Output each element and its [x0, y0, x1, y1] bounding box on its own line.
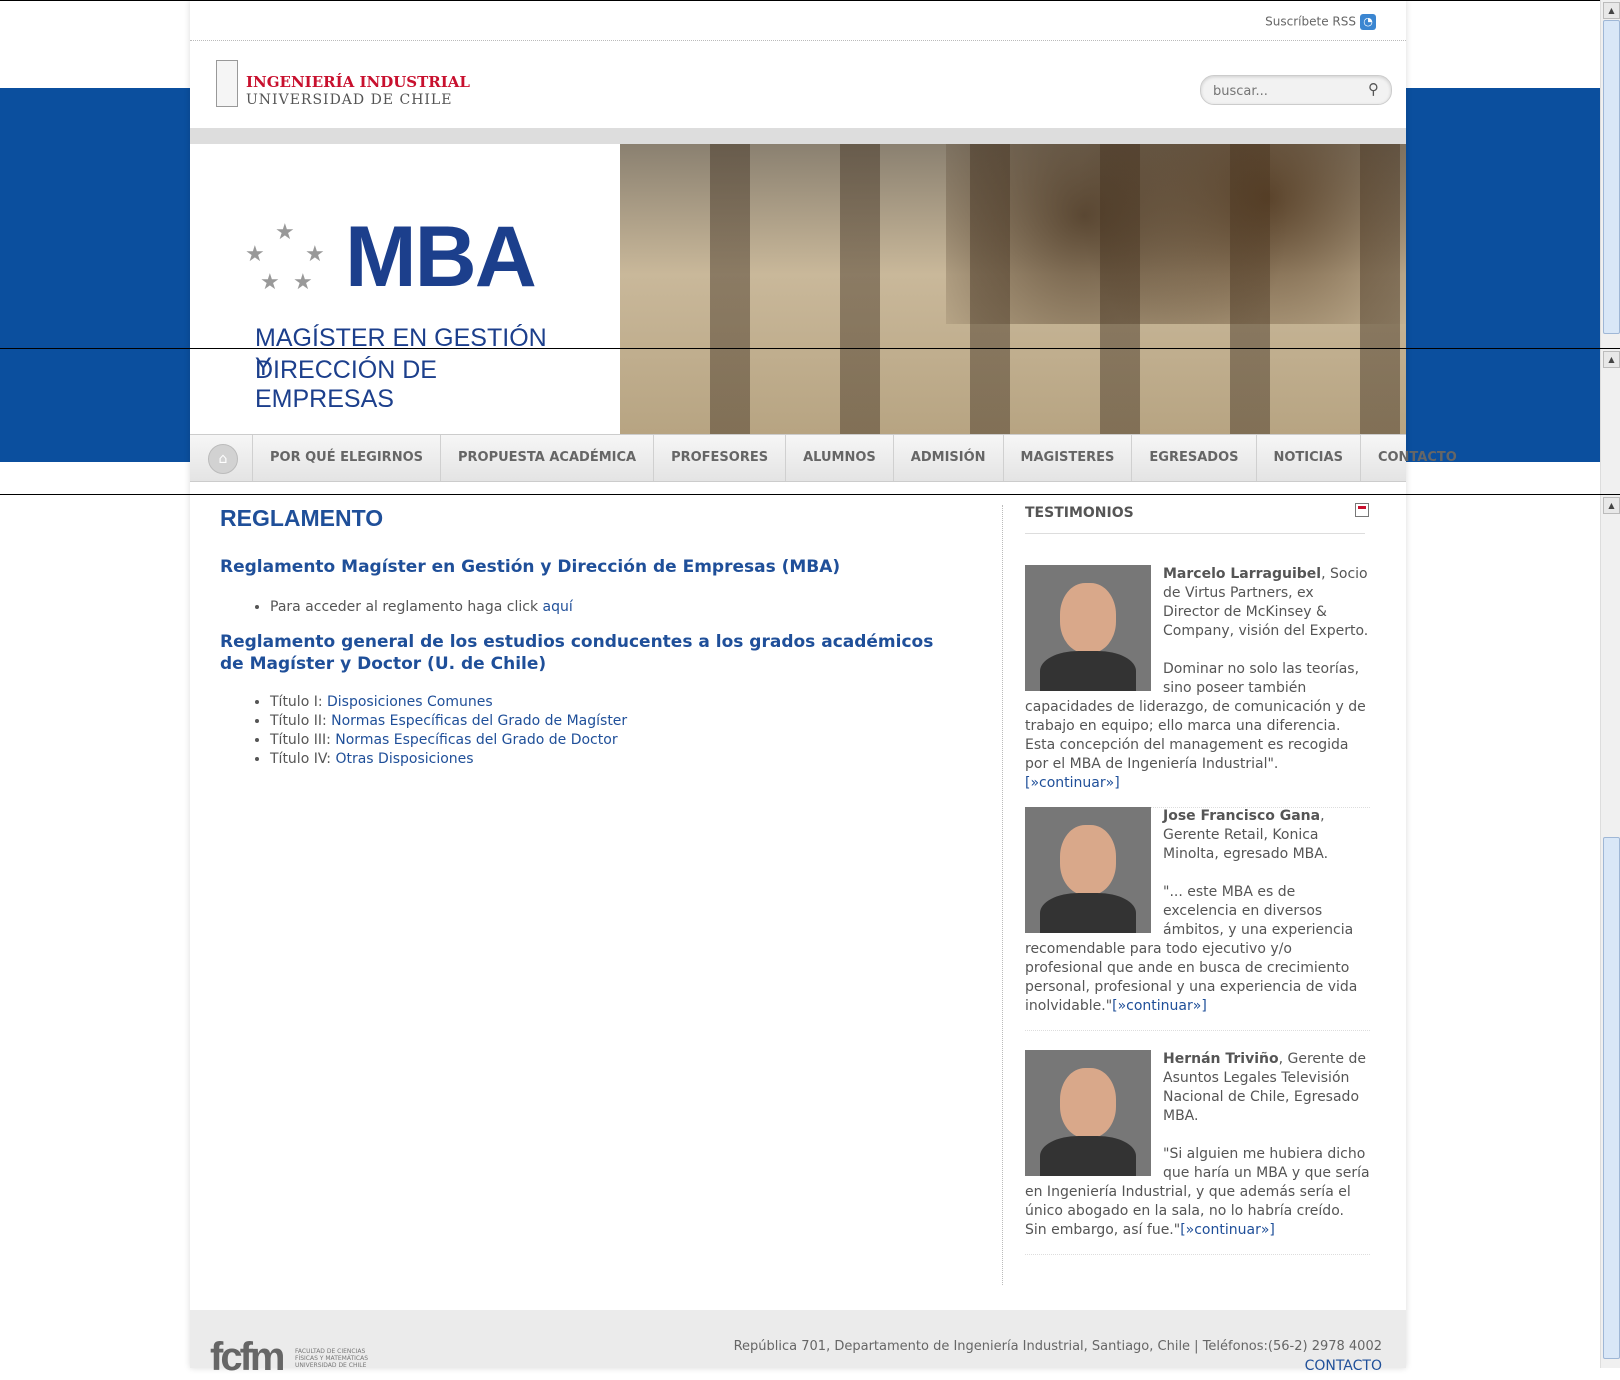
section-heading-general-rules[interactable]: Reglamento general de los estudios condu… — [220, 631, 940, 675]
rss-label: Suscríbete RSS — [1265, 14, 1356, 29]
footer-contact-link[interactable]: CONTACTO — [1305, 1358, 1382, 1374]
title-prefix: Título I: — [270, 694, 328, 710]
page-title: REGLAMENTO — [220, 505, 384, 531]
continue-link[interactable]: [»continuar»] — [1180, 1222, 1275, 1238]
stars-icon: ★ ★ ★ ★ ★ — [245, 220, 325, 295]
titles-list: Título I: Disposiciones Comunes Título I… — [240, 693, 627, 769]
top-bar: Suscríbete RSS ◔ — [190, 0, 1406, 41]
nav-item[interactable]: MAGISTERES — [1002, 435, 1132, 481]
testimonials-title: TESTIMONIOS — [1025, 505, 1365, 534]
search-input[interactable] — [1211, 81, 1355, 101]
site-logo[interactable]: INGENIERÍA INDUSTRIAL UNIVERSIDAD DE CHI… — [210, 55, 470, 113]
testimonial-item: Hernán Triviño, Gerente de Asuntos Legal… — [1025, 1050, 1370, 1255]
hero-building-image — [620, 144, 1406, 434]
nav-item[interactable]: ADMISIÓN — [892, 435, 1003, 481]
testimonial-name: Marcelo Larraguibel — [1163, 566, 1322, 582]
scrollbar-thumb[interactable] — [1603, 20, 1620, 334]
rss-subscribe-link[interactable]: Suscríbete RSS ◔ — [1265, 14, 1376, 30]
mba-title: MBA — [345, 209, 537, 305]
mba-subtitle-line-2: DIRECCIÓN DE EMPRESAS — [255, 356, 437, 413]
main-navigation: ⌂ POR QUÉ ELEGIRNOS PROPUESTA ACADÉMICA PR… — [190, 434, 1457, 482]
site-footer: fcfm FACULTAD DE CIENCIAS FÍSICAS Y MATE… — [190, 1310, 1406, 1379]
logo-line-1: INGENIERÍA INDUSTRIAL — [246, 73, 470, 91]
fcfm-logo[interactable]: fcfm — [210, 1335, 285, 1380]
general-rules-link[interactable]: Reglamento general de los estudios condu… — [220, 632, 933, 674]
testimonial-photo — [1025, 1050, 1151, 1176]
tree-branches — [946, 144, 1406, 324]
vertical-scrollbar[interactable]: ▲ — [1600, 495, 1620, 1368]
vertical-scrollbar[interactable]: ▲ — [1600, 0, 1620, 348]
flag-icon[interactable] — [1355, 503, 1369, 517]
vertical-scrollbar[interactable]: ▲ — [1600, 349, 1620, 494]
title-prefix: Título III: — [270, 732, 336, 748]
mba-rules-link[interactable]: Reglamento Magíster en Gestión y Direcci… — [220, 557, 840, 577]
mba-banner-logo: ★ ★ ★ ★ ★ MBA MAGÍSTER EN GESTIÓN Y DIRE… — [235, 200, 565, 413]
scroll-up-icon[interactable]: ▲ — [1603, 497, 1620, 514]
list-item: Título III: Normas Específicas del Grado… — [270, 731, 627, 750]
main-content: REGLAMENTO Reglamento Magíster en Gestió… — [220, 505, 960, 767]
continue-link[interactable]: [»continuar»] — [1112, 998, 1207, 1014]
frame-divider — [0, 0, 1620, 1]
list-item: Para acceder al reglamento haga click aq… — [270, 598, 573, 617]
home-icon[interactable]: ⌂ — [208, 444, 238, 474]
rules-access-text: Para acceder al reglamento haga click — [270, 599, 543, 615]
title-link[interactable]: Normas Específicas del Grado de Doctor — [335, 732, 617, 748]
fcfm-logo-subtitle: FACULTAD DE CIENCIAS FÍSICAS Y MATEMÁTIC… — [295, 1348, 369, 1369]
university-crest-icon — [216, 60, 238, 107]
nav-item[interactable]: POR QUÉ ELEGIRNOS — [252, 435, 440, 481]
scrollbar-thumb[interactable] — [1603, 837, 1620, 1359]
nav-item[interactable]: NOTICIAS — [1255, 435, 1360, 481]
title-link[interactable]: Disposiciones Comunes — [327, 694, 493, 710]
testimonial-name: Jose Francisco Gana — [1163, 808, 1321, 824]
list-item: Título II: Normas Específicas del Grado … — [270, 712, 627, 731]
list-item: Título I: Disposiciones Comunes — [270, 693, 627, 712]
testimonial-photo — [1025, 807, 1151, 933]
nav-item[interactable]: PROFESORES — [653, 435, 785, 481]
title-prefix: Título II: — [270, 713, 332, 729]
frame-divider — [0, 348, 1620, 349]
search-box: ⚲ — [1200, 75, 1392, 105]
nav-item[interactable]: EGRESADOS — [1131, 435, 1255, 481]
here-link[interactable]: aquí — [543, 599, 573, 615]
logo-line-2: UNIVERSIDAD DE CHILE — [246, 92, 453, 108]
search-icon[interactable]: ⚲ — [1368, 80, 1379, 98]
list-item: Título IV: Otras Disposiciones — [270, 750, 627, 769]
rules-access-list: Para acceder al reglamento haga click aq… — [240, 598, 573, 617]
header-gray-band — [190, 128, 1406, 144]
scroll-up-icon[interactable]: ▲ — [1603, 2, 1620, 19]
continue-link[interactable]: [»continuar»] — [1025, 775, 1120, 791]
column-divider — [1002, 505, 1003, 1285]
nav-item[interactable]: PROPUESTA ACADÉMICA — [440, 435, 653, 481]
frame-divider — [0, 494, 1620, 495]
rss-icon: ◔ — [1360, 14, 1376, 30]
testimonial-photo — [1025, 565, 1151, 691]
page-container: Suscríbete RSS ◔ INGENIERÍA INDUSTRIAL UN… — [190, 0, 1457, 1379]
title-link[interactable]: Otras Disposiciones — [335, 751, 473, 767]
nav-item[interactable]: CONTACTO — [1359, 435, 1474, 481]
title-link[interactable]: Normas Específicas del Grado de Magíster — [331, 713, 627, 729]
footer-address: República 701, Departamento de Ingenierí… — [733, 1339, 1382, 1354]
scroll-up-icon[interactable]: ▲ — [1603, 351, 1620, 368]
section-heading-mba-rules[interactable]: Reglamento Magíster en Gestión y Direcci… — [220, 556, 940, 578]
decorative-arc — [620, 144, 704, 434]
nav-item[interactable]: ALUMNOS — [785, 435, 893, 481]
testimonial-item: Jose Francisco Gana, Gerente Retail, Kon… — [1025, 807, 1370, 1031]
testimonial-item: Marcelo Larraguibel, Socio de Virtus Par… — [1025, 565, 1370, 808]
testimonial-name: Hernán Triviño — [1163, 1051, 1279, 1067]
nav-menu: POR QUÉ ELEGIRNOS PROPUESTA ACADÉMICA PROF… — [252, 435, 1474, 481]
title-prefix: Título IV: — [270, 751, 336, 767]
